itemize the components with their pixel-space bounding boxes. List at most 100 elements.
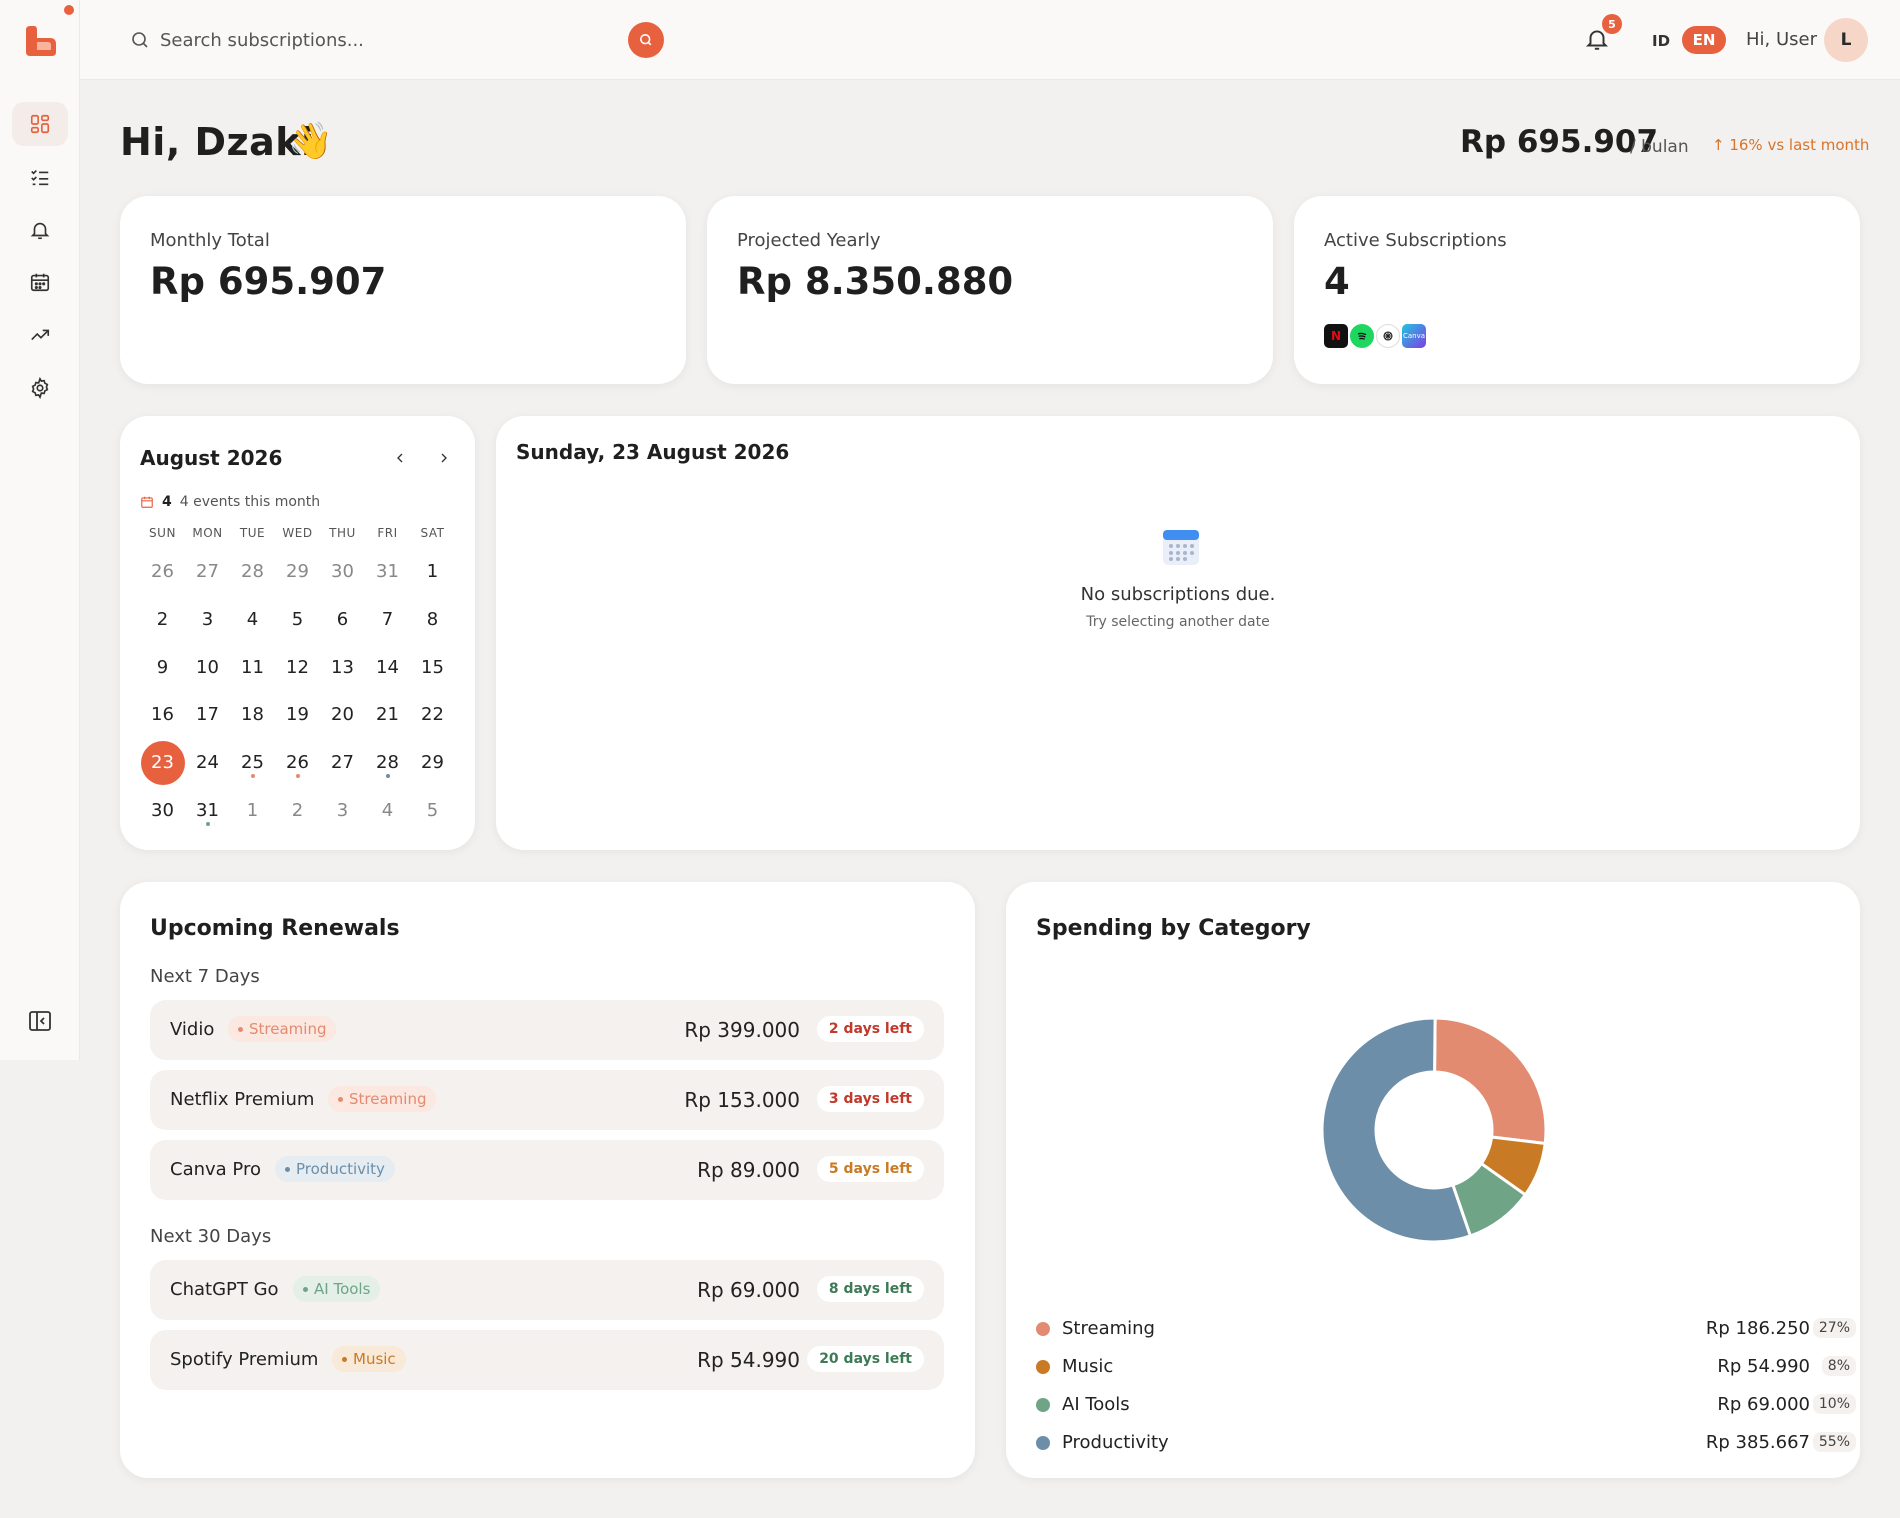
header-monthly-total: Rp 695.907 — [1460, 124, 1659, 160]
subscriptions-list-icon — [31, 169, 49, 186]
calendar-day[interactable]: 28 — [365, 739, 410, 787]
calendar-day[interactable]: 2 — [140, 596, 185, 644]
weekday-label: MON — [192, 526, 223, 540]
calendar-day[interactable]: 31 — [185, 786, 230, 834]
tag-label: Streaming — [349, 1090, 427, 1108]
calendar-day-number: 8 — [426, 609, 439, 631]
days-left-badge: 2 days left — [816, 1016, 924, 1042]
calendar-day[interactable]: 5 — [410, 786, 455, 834]
legend-percent: 55% — [1812, 1432, 1856, 1452]
renewal-row[interactable]: Canva Pro Productivity Rp 89.000 5 days lef… — [150, 1140, 944, 1200]
calendar-day[interactable]: 29 — [275, 548, 320, 596]
sidebar-collapse-button[interactable] — [28, 1010, 52, 1032]
legend-category: AI Tools — [1062, 1394, 1130, 1415]
calendar-next-button[interactable] — [432, 446, 456, 470]
renewal-group-label: Next 30 Days — [150, 1226, 272, 1247]
calendar-day[interactable]: 15 — [410, 643, 455, 691]
calendar-day[interactable]: 4 — [230, 596, 275, 644]
calendar-day[interactable]: 16 — [140, 691, 185, 739]
sidebar-item-notifications[interactable] — [12, 208, 68, 252]
calendar-day[interactable]: 31 — [365, 548, 410, 596]
app-logo-icon[interactable] — [22, 22, 60, 60]
calendar-day[interactable]: 21 — [365, 691, 410, 739]
calendar-day[interactable]: 3 — [185, 596, 230, 644]
calendar-day[interactable]: 29 — [410, 739, 455, 787]
calendar-day-number: 26 — [151, 561, 174, 583]
calendar-day[interactable]: 27 — [320, 739, 365, 787]
calendar-day[interactable]: 7 — [365, 596, 410, 644]
lang-id-button[interactable]: ID — [1652, 32, 1670, 50]
category-tag: Music — [332, 1346, 406, 1372]
sidebar-item-calendar[interactable] — [12, 260, 68, 304]
sidebar-item-subscriptions[interactable] — [12, 155, 68, 199]
avatar[interactable]: L — [1824, 18, 1868, 62]
renewals-title: Upcoming Renewals — [150, 916, 400, 941]
renewal-group-label: Next 7 Days — [150, 966, 260, 987]
weekday-label: SAT — [420, 526, 445, 540]
stat-label: Active Subscriptions — [1324, 230, 1507, 251]
renewal-row[interactable]: ChatGPT Go AI Tools Rp 69.000 8 days left — [150, 1260, 944, 1320]
calendar-day-number: 14 — [376, 656, 399, 678]
calendar-day[interactable]: 26 — [275, 739, 320, 787]
calendar-day[interactable]: 10 — [185, 643, 230, 691]
calendar-day-number: 28 — [241, 561, 264, 583]
calendar-day[interactable]: 24 — [185, 739, 230, 787]
calendar-day[interactable]: 26 — [140, 548, 185, 596]
legend-row: AI Tools Rp 69.000 10% — [1036, 1392, 1856, 1416]
calendar-day[interactable]: 27 — [185, 548, 230, 596]
calendar-day[interactable]: 3 — [320, 786, 365, 834]
renewal-row[interactable]: Vidio Streaming Rp 399.000 2 days left — [150, 1000, 944, 1060]
sidebar-item-settings[interactable] — [12, 366, 68, 410]
calendar-day[interactable]: 11 — [230, 643, 275, 691]
weekday-label: TUE — [239, 526, 266, 540]
calendar-day[interactable]: 12 — [275, 643, 320, 691]
calendar-day-number: 25 — [241, 752, 264, 774]
calendar-day-number: 27 — [196, 561, 219, 583]
sidebar-item-analytics[interactable] — [12, 313, 68, 357]
calendar-day-number: 26 — [286, 752, 309, 774]
calendar-prev-button[interactable] — [388, 446, 412, 470]
calendar-day[interactable]: 1 — [230, 786, 275, 834]
calendar-day[interactable]: 19 — [275, 691, 320, 739]
stat-card-active-subscriptions: Active Subscriptions 4 N Canva — [1294, 196, 1860, 384]
calendar-day[interactable]: 5 — [275, 596, 320, 644]
renewal-amount: Rp 89.000 — [697, 1158, 800, 1182]
legend-category: Streaming — [1062, 1318, 1155, 1339]
calendar-day[interactable]: 2 — [275, 786, 320, 834]
calendar-day-number: 30 — [331, 561, 354, 583]
calendar-day[interactable]: 22 — [410, 691, 455, 739]
calendar-day[interactable]: 25 — [230, 739, 275, 787]
calendar-day[interactable]: 8 — [410, 596, 455, 644]
calendar-day[interactable]: 6 — [320, 596, 365, 644]
calendar-day-number: 15 — [421, 656, 444, 678]
calendar-day[interactable]: 20 — [320, 691, 365, 739]
tag-dot — [338, 1096, 343, 1102]
calendar-day[interactable]: 13 — [320, 643, 365, 691]
calendar-day-number: 31 — [196, 799, 219, 821]
calendar-day[interactable]: 4 — [365, 786, 410, 834]
calendar-day[interactable]: 28 — [230, 548, 275, 596]
renewal-amount: Rp 54.990 — [697, 1348, 800, 1372]
calendar-day-number: 23 — [140, 740, 185, 785]
search-submit-icon — [640, 34, 652, 46]
search-input[interactable] — [160, 22, 620, 58]
weekday-label: SUN — [149, 526, 176, 540]
calendar-day[interactable]: 30 — [320, 548, 365, 596]
calendar-day-number: 17 — [196, 704, 219, 726]
renewal-row[interactable]: Netflix Premium Streaming Rp 153.000 3 days… — [150, 1070, 944, 1130]
renewal-row[interactable]: Spotify Premium Music Rp 54.990 20 days lef… — [150, 1330, 944, 1390]
search-button[interactable] — [628, 22, 664, 58]
calendar-day-selected[interactable]: 23 — [140, 739, 185, 787]
calendar-day[interactable]: 14 — [365, 643, 410, 691]
sidebar — [0, 0, 80, 1060]
calendar-day-number: 12 — [286, 656, 309, 678]
calendar-day[interactable]: 17 — [185, 691, 230, 739]
sidebar-item-dashboard[interactable] — [12, 102, 68, 146]
donut-slice-streaming[interactable] — [1433, 1016, 1548, 1146]
calendar-day[interactable]: 1 — [410, 548, 455, 596]
calendar-day[interactable]: 18 — [230, 691, 275, 739]
calendar-day[interactable]: 9 — [140, 643, 185, 691]
event-dot — [205, 822, 210, 827]
lang-en-button[interactable]: EN — [1682, 26, 1726, 54]
calendar-day[interactable]: 30 — [140, 786, 185, 834]
